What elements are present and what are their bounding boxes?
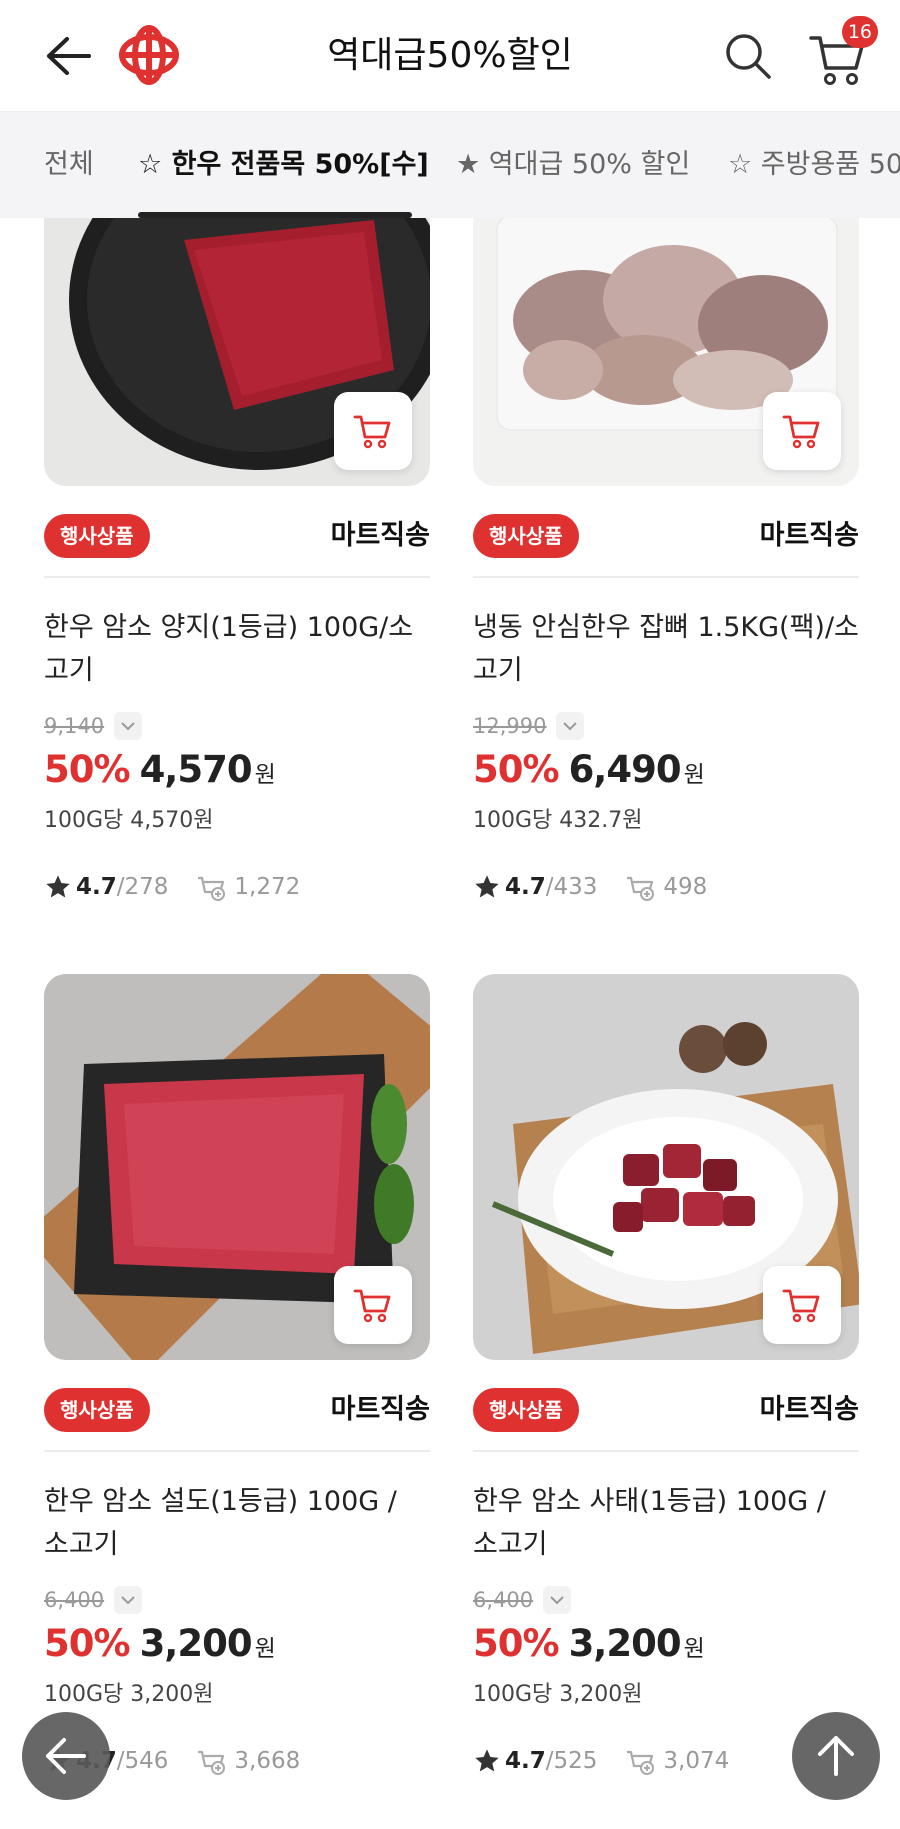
rating: 4.7 [505, 1748, 546, 1774]
sale-price: 6,490 [568, 748, 682, 791]
tab-kitchen-50[interactable]: ☆ 주방용품 50% [728, 112, 900, 218]
back-button[interactable] [40, 28, 96, 84]
discount-rate: 50% [44, 1622, 131, 1665]
page-title: 역대급50%할인 [327, 35, 573, 76]
cart-count-badge: 16 [841, 16, 878, 48]
product-card[interactable]: 행사상품 마트직송 한우 암소 사태(1등급) 100G / 소고기 6,400… [473, 974, 859, 1794]
divider [44, 1450, 430, 1452]
tab-best-50[interactable]: ★ 역대급 50% 할인 [456, 112, 690, 218]
product-card[interactable]: 행사상품 마트직송 냉동 안심한우 잡뼈 1.5KG(팩)/소고기 12,990… [473, 218, 859, 920]
chevron-down-icon [121, 1596, 135, 1605]
divider [473, 576, 859, 578]
cart-button[interactable]: 16 [806, 16, 878, 88]
delivery-label: 마트직송 [330, 520, 430, 551]
currency: 원 [254, 762, 276, 788]
currency: 원 [254, 1636, 276, 1662]
discount-rate: 50% [44, 748, 131, 791]
cart-add-count: 498 [663, 874, 708, 900]
cart-icon [782, 415, 820, 449]
unit-price: 100G당 3,200원 [473, 1682, 643, 1707]
price-detail-button[interactable] [556, 712, 585, 740]
star-icon [46, 875, 70, 898]
product-card[interactable]: 행사상품 마트직송 한우 암소 양지(1등급) 100G/소고기 9,140 5… [44, 218, 430, 920]
search-button[interactable] [720, 28, 776, 84]
original-price: 6,400 [473, 1588, 534, 1612]
tab-hanwoo-50[interactable]: ☆ 한우 전품목 50%[수] [138, 112, 429, 218]
rating: 4.7 [76, 874, 117, 900]
original-price: 6,400 [44, 1588, 105, 1612]
original-price: 9,140 [44, 714, 105, 738]
product-name[interactable]: 한우 암소 양지(1등급) 100G/소고기 [44, 606, 430, 692]
chevron-down-icon [550, 1596, 564, 1605]
product-name[interactable]: 냉동 안심한우 잡뼈 1.5KG(팩)/소고기 [473, 606, 859, 692]
cart-icon [782, 1289, 820, 1323]
product-image[interactable] [473, 974, 859, 1360]
cart-icon [353, 1289, 391, 1323]
brand-logo[interactable] [118, 24, 180, 86]
sale-price: 3,200 [568, 1622, 682, 1665]
product-grid: 행사상품 마트직송 한우 암소 양지(1등급) 100G/소고기 9,140 5… [0, 218, 900, 1829]
event-badge: 행사상품 [44, 514, 150, 558]
cart-plus-icon [627, 1750, 655, 1775]
cart-add-count: 3,668 [234, 1748, 301, 1774]
cart-plus-icon [198, 876, 226, 901]
add-to-cart-button[interactable] [763, 392, 841, 470]
review-count: /525 [545, 1748, 598, 1774]
delivery-label: 마트직송 [330, 1394, 430, 1425]
sale-price: 3,200 [139, 1622, 253, 1665]
price-detail-button[interactable] [114, 712, 143, 740]
product-image[interactable] [44, 218, 430, 486]
cart-plus-icon [627, 876, 655, 901]
divider [44, 576, 430, 578]
add-to-cart-button[interactable] [334, 1266, 412, 1344]
scroll-to-top-button[interactable] [792, 1712, 880, 1800]
logo-icon [119, 25, 179, 85]
event-badge: 행사상품 [473, 1388, 579, 1432]
divider [473, 1450, 859, 1452]
unit-price: 100G당 4,570원 [44, 808, 214, 833]
discount-rate: 50% [473, 748, 560, 791]
arrow-up-icon [818, 1736, 854, 1776]
currency: 원 [683, 1636, 705, 1662]
product-name[interactable]: 한우 암소 설도(1등급) 100G / 소고기 [44, 1480, 430, 1566]
cart-add-count: 1,272 [234, 874, 301, 900]
cart-add-count: 3,074 [663, 1748, 730, 1774]
unit-price: 100G당 432.7원 [473, 808, 643, 833]
add-to-cart-button[interactable] [334, 392, 412, 470]
discount-rate: 50% [473, 1622, 560, 1665]
chevron-down-icon [563, 722, 578, 731]
arrow-left-icon [47, 37, 91, 75]
search-icon [726, 34, 771, 79]
arrow-left-icon [46, 1738, 86, 1774]
tab-all[interactable]: 전체 [44, 112, 94, 218]
category-tabs: 전체 ☆ 한우 전품목 50%[수] ★ 역대급 50% 할인 ☆ 주방용품 5… [0, 112, 900, 218]
event-badge: 행사상품 [473, 514, 579, 558]
add-to-cart-button[interactable] [763, 1266, 841, 1344]
price-detail-button[interactable] [543, 1586, 572, 1614]
product-name[interactable]: 한우 암소 사태(1등급) 100G / 소고기 [473, 1480, 859, 1566]
review-count: /433 [545, 874, 598, 900]
currency: 원 [683, 762, 705, 788]
star-icon [475, 1749, 499, 1772]
product-image[interactable] [473, 218, 859, 486]
review-count: /546 [116, 1748, 169, 1774]
cart-plus-icon [198, 1750, 226, 1775]
chevron-down-icon [121, 722, 135, 731]
product-image[interactable] [44, 974, 430, 1360]
sale-price: 4,570 [139, 748, 253, 791]
star-icon [475, 875, 499, 898]
price-detail-button[interactable] [114, 1586, 143, 1614]
rating: 4.7 [505, 874, 546, 900]
floating-back-button[interactable] [22, 1712, 110, 1800]
product-card[interactable]: 행사상품 마트직송 한우 암소 설도(1등급) 100G / 소고기 6,400… [44, 974, 430, 1794]
cart-icon [353, 415, 391, 449]
delivery-label: 마트직송 [759, 1394, 859, 1425]
original-price: 12,990 [473, 714, 547, 738]
top-app-bar: 역대급50%할인 16 [0, 0, 900, 112]
unit-price: 100G당 3,200원 [44, 1682, 214, 1707]
delivery-label: 마트직송 [759, 520, 859, 551]
review-count: /278 [116, 874, 169, 900]
event-badge: 행사상품 [44, 1388, 150, 1432]
